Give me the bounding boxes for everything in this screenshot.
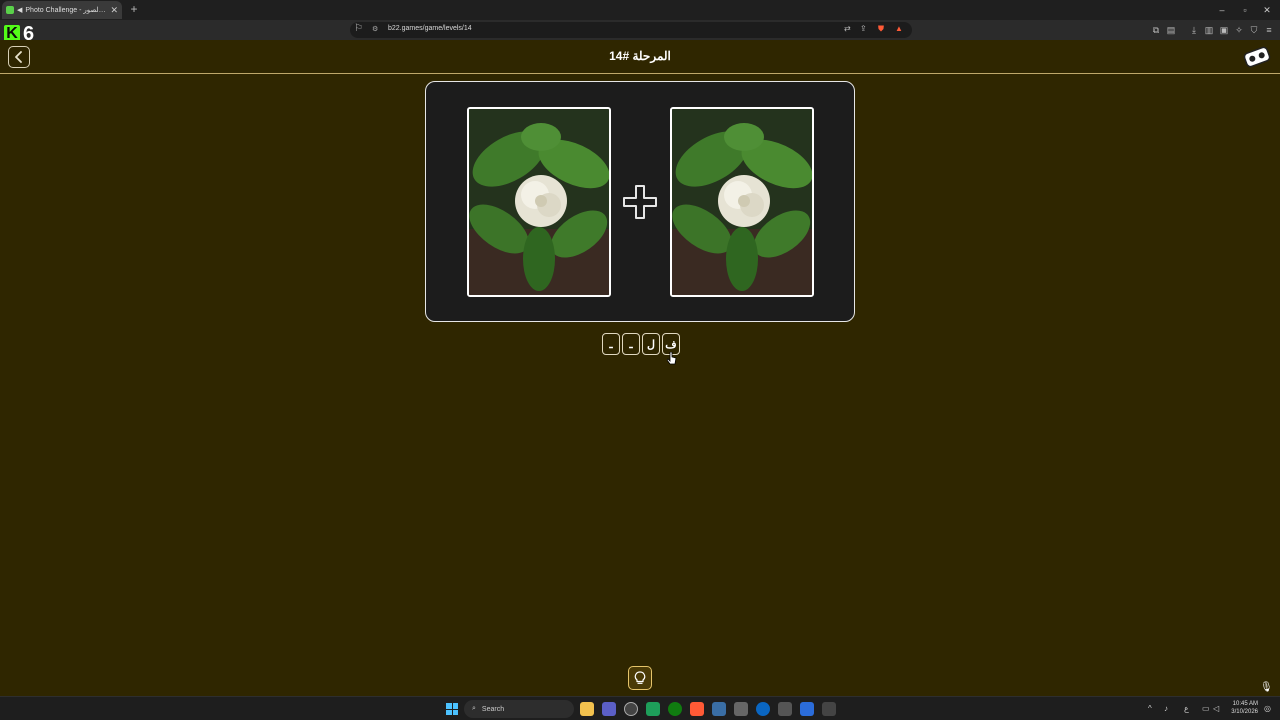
hint-button[interactable] [628,666,652,690]
answer-slot-2[interactable]: ل [642,333,660,355]
search-icon: ⌕ [472,705,476,712]
audio-icon[interactable]: ◀ [17,6,22,14]
volume-icon[interactable]: ◁ [1213,703,1219,715]
maximize-icon[interactable]: ▫ [1238,3,1252,17]
extensions-icon[interactable]: ⧉ [1150,24,1162,36]
brave-icon[interactable] [690,702,704,716]
store-icon[interactable] [800,702,814,716]
teams-icon[interactable] [602,702,616,716]
mouse-pointer-icon [667,352,677,365]
page-header: المرحلة #14 [0,40,1280,74]
puzzle-card [425,81,855,322]
url-text[interactable]: b22.games/game/levels/14 [388,25,472,32]
menu-icon[interactable]: ≡ [1263,24,1275,36]
browser-tab-strip: ◀ Photo Challenge - تحدي الصور ✕ + – ▫ ✕ [0,0,1280,20]
xbox-icon[interactable] [668,702,682,716]
browser-tab[interactable]: ◀ Photo Challenge - تحدي الصور ✕ [2,1,122,19]
brave-shield-icon[interactable]: ⛊ [878,24,884,34]
leo-icon[interactable]: ✧ [1233,24,1245,36]
wallet-icon[interactable]: ▣ [1218,24,1230,36]
puzzle-image-2 [670,107,814,297]
browser-toolbar: ⚐ ⚙ b22.games/game/levels/14 ⇄ ⇪ ⛊ ▲ [0,20,1280,40]
system-clock[interactable]: 10:45 AM 3/10/2026 [1226,700,1258,716]
translate-icon[interactable]: ⇄ [844,24,851,33]
bookmark-icon[interactable]: ⚐ [354,23,363,34]
chevron-left-icon [15,51,22,63]
language-indicator[interactable]: ع [1184,703,1189,715]
brave-rewards-icon[interactable]: ▲ [895,24,903,33]
windows-start-icon[interactable] [446,703,458,715]
answer-slot-4[interactable]: ـ [602,333,620,355]
file-explorer-icon[interactable] [580,702,594,716]
notification-icon[interactable]: ◎ [1264,703,1271,715]
plus-icon [623,185,657,219]
site-info-icon[interactable]: ⚙ [372,25,378,33]
edge-icon[interactable] [756,702,770,716]
photos-app-icon[interactable] [734,702,748,716]
tray-overflow-icon[interactable]: ^ [1148,703,1152,715]
share-icon[interactable]: ⇪ [860,24,867,33]
tab-title: Photo Challenge - تحدي الصور [25,7,108,14]
game-logo [1240,44,1274,70]
reader-icon[interactable]: ▤ [1165,24,1177,36]
address-bar[interactable]: ⚐ ⚙ b22.games/game/levels/14 ⇄ ⇪ ⛊ ▲ [350,22,912,38]
terminal-icon[interactable] [822,702,836,716]
close-tab-icon[interactable]: ✕ [110,5,118,16]
calculator-icon[interactable] [778,702,792,716]
lightbulb-icon [634,671,646,684]
shield-app-icon[interactable] [712,702,726,716]
clock-time: 10:45 AM [1232,701,1258,707]
answer-slot-3[interactable]: ـ [622,333,640,355]
vpn-icon[interactable]: ⛉ [1248,24,1260,36]
window-close-icon[interactable]: ✕ [1260,3,1274,17]
back-button[interactable] [8,46,30,68]
taskbar-search-label: Search [481,705,505,713]
download-icon[interactable]: ⤓ [1188,24,1200,36]
chrome-icon[interactable] [624,702,638,716]
network-icon[interactable]: ▭ [1202,703,1210,715]
minimize-icon[interactable]: – [1215,3,1229,17]
floating-mic-icon[interactable]: 🎙 [1260,682,1273,693]
page-title: المرحلة #14 [609,49,671,63]
clock-date: 3/10/2026 [1231,709,1258,715]
puzzle-image-1 [467,107,611,297]
taskbar: ⌕ Search ^ ♪ ع ▭ ◁ 10:45 AM 3/10/2026 ◎ [0,696,1280,720]
excel-icon[interactable] [646,702,660,716]
site-favicon-icon [6,6,14,14]
sidebar-icon[interactable]: ▥ [1203,24,1215,36]
taskbar-search[interactable]: ⌕ Search [464,700,574,718]
new-tab-button[interactable]: + [128,2,140,16]
microphone-icon[interactable]: ♪ [1164,703,1168,715]
